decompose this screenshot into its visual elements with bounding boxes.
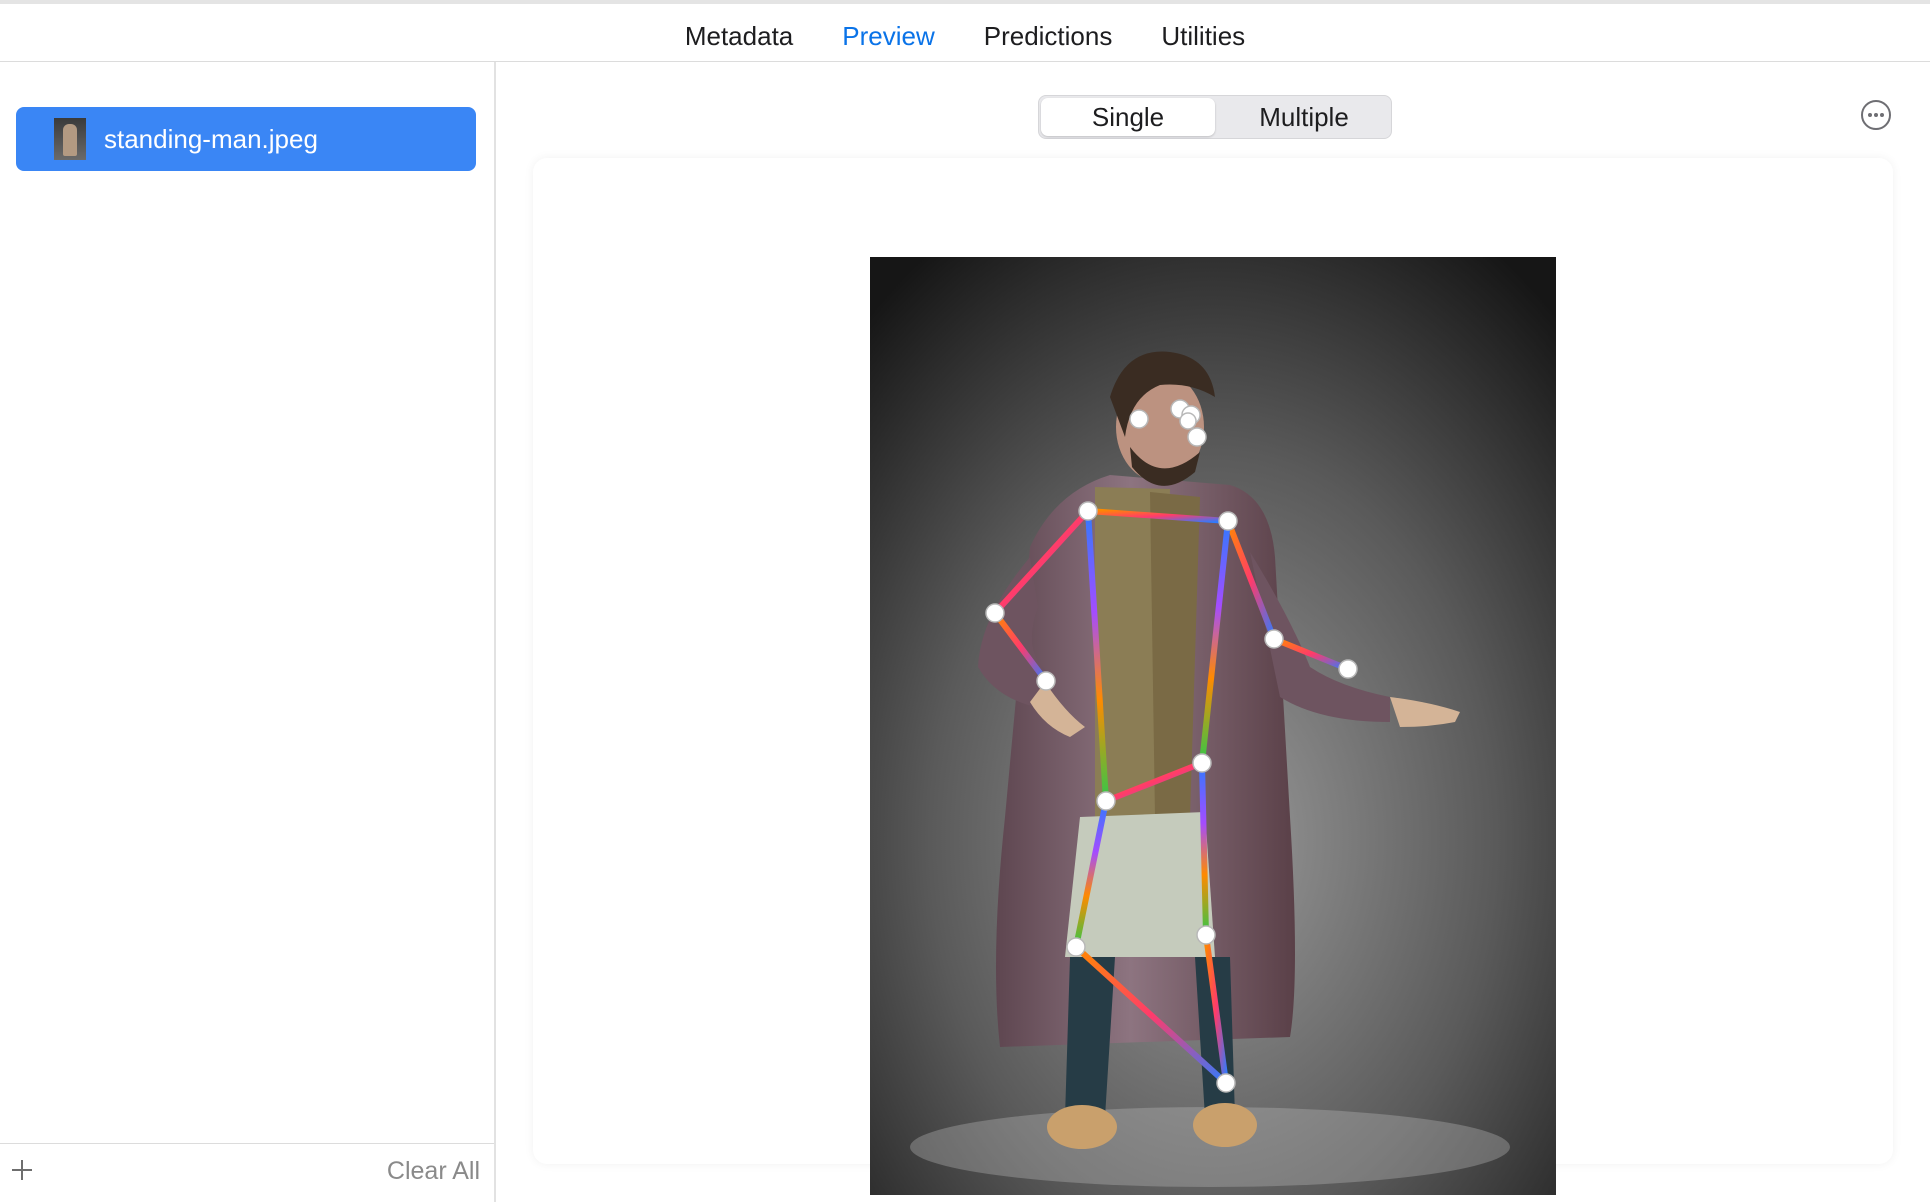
app-window: Metadata Preview Predictions Utilities s… [0,0,1930,1202]
segment-single[interactable]: Single [1041,98,1215,136]
tab-metadata[interactable]: Metadata [685,20,793,52]
segment-multiple[interactable]: Multiple [1217,96,1391,138]
main-content: Single Multiple [496,62,1930,1202]
file-name-label: standing-man.jpeg [104,123,318,154]
preview-image[interactable] [870,257,1556,1195]
preview-card [533,158,1893,1195]
tab-preview[interactable]: Preview [842,20,934,52]
tab-utilities[interactable]: Utilities [1161,20,1245,52]
sidebar-footer: Clear All [0,1143,494,1202]
plus-icon[interactable] [8,1156,36,1184]
mode-segmented-control: Single Multiple [1038,95,1392,139]
tabs: Metadata Preview Predictions Utilities [0,20,1930,52]
tab-predictions[interactable]: Predictions [984,20,1113,52]
file-thumbnail [54,118,86,160]
tab-bar: Metadata Preview Predictions Utilities [0,0,1930,62]
sidebar-file-item[interactable]: standing-man.jpeg [16,107,476,171]
clear-all-button[interactable]: Clear All [387,1157,480,1186]
thumbnail-figure [63,124,77,156]
sidebar: standing-man.jpeg Clear All [0,62,496,1202]
ellipsis-circle-icon[interactable] [1860,99,1892,131]
